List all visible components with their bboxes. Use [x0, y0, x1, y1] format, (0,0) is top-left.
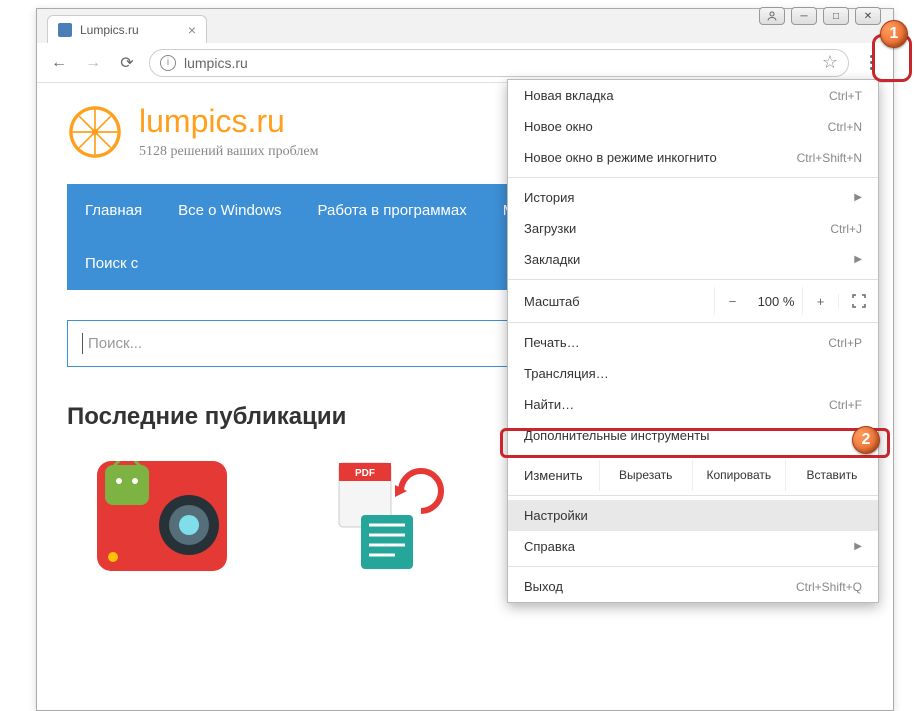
menu-help[interactable]: Справка ▶ [508, 531, 878, 562]
fullscreen-button[interactable] [838, 294, 878, 308]
pub-card-2[interactable]: PDF [327, 461, 457, 571]
address-bar[interactable]: i lumpics.ru ☆ [149, 49, 849, 77]
annotation-badge-1: 1 [880, 20, 908, 48]
nav-item-programs[interactable]: Работа в программах [299, 184, 484, 237]
menu-settings[interactable]: Настройки [508, 500, 878, 531]
chrome-menu-button[interactable] [859, 51, 883, 75]
search-placeholder: Поиск... [88, 335, 142, 352]
menu-separator [508, 455, 878, 456]
site-subtitle: 5128 решений ваших проблем [139, 144, 318, 160]
browser-toolbar: ← → ⟳ i lumpics.ru ☆ [37, 43, 893, 83]
back-button[interactable]: ← [47, 51, 71, 75]
browser-window: ─ □ ✕ Lumpics.ru × ← → ⟳ i lumpics.ru ☆ [36, 8, 894, 711]
menu-bookmarks[interactable]: Закладки ▶ [508, 244, 878, 275]
nav-item-search[interactable]: Поиск с [67, 237, 156, 290]
site-logo-icon [67, 104, 123, 160]
menu-more-tools[interactable]: Дополнительные инструменты ▶ [508, 420, 878, 451]
menu-incognito[interactable]: Новое окно в режиме инкогнито Ctrl+Shift… [508, 142, 878, 173]
minimize-button[interactable]: ─ [791, 7, 817, 25]
menu-separator [508, 279, 878, 280]
close-tab-icon[interactable]: × [188, 22, 196, 38]
chevron-right-icon: ▶ [854, 192, 862, 203]
forward-button[interactable]: → [81, 51, 105, 75]
site-info-icon[interactable]: i [160, 55, 176, 71]
edit-copy-button[interactable]: Копировать [692, 460, 785, 491]
menu-find[interactable]: Найти… Ctrl+F [508, 389, 878, 420]
menu-new-tab[interactable]: Новая вкладка Ctrl+T [508, 80, 878, 111]
menu-zoom: Масштаб − 100 % + [508, 284, 878, 318]
menu-separator [508, 177, 878, 178]
chevron-right-icon: ▶ [854, 254, 862, 265]
chrome-menu: Новая вкладка Ctrl+T Новое окно Ctrl+N Н… [507, 79, 879, 603]
menu-exit[interactable]: Выход Ctrl+Shift+Q [508, 571, 878, 602]
tab-title: Lumpics.ru [80, 23, 139, 37]
bookmark-star-icon[interactable]: ☆ [822, 52, 838, 73]
edit-cut-button[interactable]: Вырезать [599, 460, 692, 491]
zoom-in-button[interactable]: + [802, 287, 838, 315]
menu-history[interactable]: История ▶ [508, 182, 878, 213]
zoom-out-button[interactable]: − [714, 287, 750, 315]
chevron-right-icon: ▶ [854, 541, 862, 552]
menu-edit-row: Изменить Вырезать Копировать Вставить [508, 460, 878, 491]
favicon-icon [58, 23, 72, 37]
url-text: lumpics.ru [184, 55, 248, 71]
menu-print[interactable]: Печать… Ctrl+P [508, 327, 878, 358]
menu-separator [508, 566, 878, 567]
nav-item-windows[interactable]: Все о Windows [160, 184, 299, 237]
annotation-badge-2: 2 [852, 426, 880, 454]
nav-item-home[interactable]: Главная [67, 184, 160, 237]
reload-button[interactable]: ⟳ [115, 51, 139, 75]
pub-card-1[interactable] [97, 461, 227, 571]
browser-tab[interactable]: Lumpics.ru × [47, 15, 207, 43]
maximize-button[interactable]: □ [823, 7, 849, 25]
edit-paste-button[interactable]: Вставить [785, 460, 878, 491]
window-controls: ─ □ ✕ [759, 7, 881, 25]
site-title: lumpics.ru [139, 103, 318, 140]
close-window-button[interactable]: ✕ [855, 7, 881, 25]
menu-downloads[interactable]: Загрузки Ctrl+J [508, 213, 878, 244]
menu-cast[interactable]: Трансляция… [508, 358, 878, 389]
menu-new-window[interactable]: Новое окно Ctrl+N [508, 111, 878, 142]
svg-text:PDF: PDF [355, 468, 375, 479]
user-button[interactable] [759, 7, 785, 25]
menu-separator [508, 322, 878, 323]
menu-separator [508, 495, 878, 496]
zoom-value: 100 % [750, 294, 802, 309]
